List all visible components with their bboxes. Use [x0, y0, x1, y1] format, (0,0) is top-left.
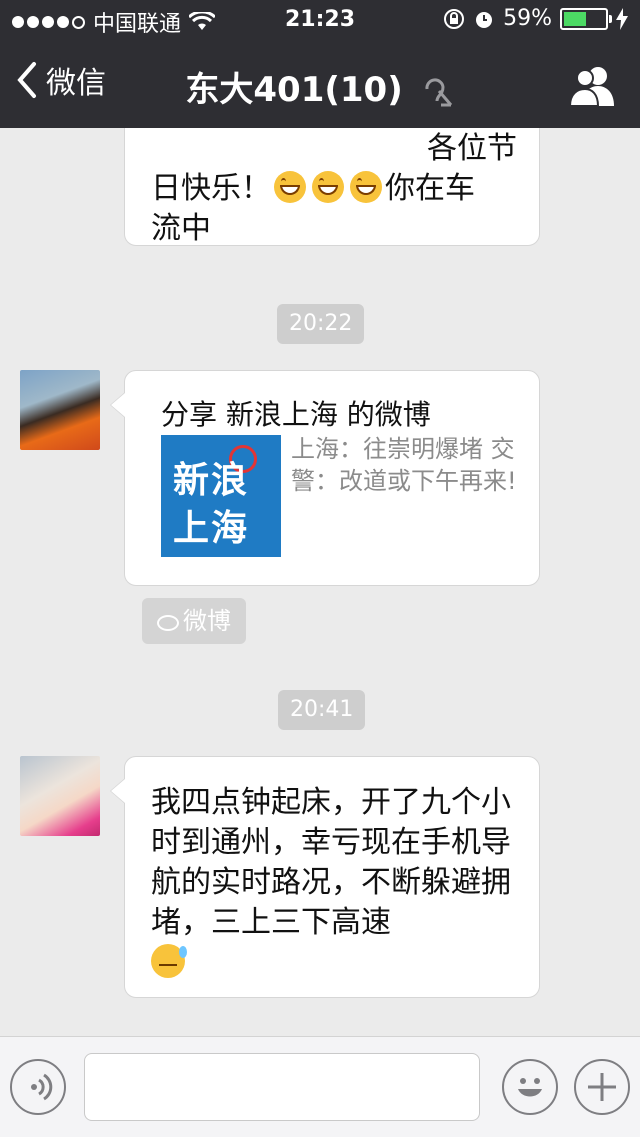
emoji-button[interactable] — [502, 1059, 558, 1115]
battery-icon — [560, 7, 612, 30]
message-line: 日快乐！ — [151, 171, 271, 206]
avatar[interactable] — [20, 756, 100, 836]
chat-title: 东大401(10) — [0, 62, 640, 111]
voice-icon — [31, 1073, 53, 1101]
message-line: 你在车 — [385, 171, 475, 206]
chat-area[interactable]: 各位节 日快乐！ 你在车 流中 20:22 分享 新浪上海 的微博 新浪 上海 上… — [0, 128, 640, 1036]
sina-shanghai-logo: 新浪 上海 — [161, 435, 281, 557]
message-bubble[interactable]: 各位节 日快乐！ 你在车 流中 — [124, 128, 540, 246]
weibo-icon — [157, 615, 179, 631]
lock-rotation-icon — [444, 8, 465, 29]
timestamp: 20:22 — [277, 304, 365, 344]
weibo-source-tag[interactable]: 微博 — [142, 598, 246, 644]
shared-weibo-card[interactable]: 分享 新浪上海 的微博 新浪 上海 上海：往崇明爆堵 交警：改道或下午再来! — [110, 370, 540, 586]
input-bar — [0, 1036, 640, 1137]
emoji-icon — [518, 1078, 542, 1097]
plus-icon — [588, 1073, 616, 1101]
message-line: 各位节 — [427, 131, 517, 166]
message-line: 流中 — [151, 211, 211, 246]
group-members-icon[interactable] — [568, 64, 616, 108]
nav-bar: 微信 东大401(10) — [0, 40, 640, 128]
avatar[interactable] — [20, 370, 100, 450]
status-right: 59% — [443, 6, 628, 31]
message-text: 各位节 日快乐！ 你在车 流中 — [151, 129, 521, 249]
message-text: 我四点钟起床，开了九个小时到通州，幸亏现在手机导航的实时路况，不断躲避拥堵，三上… — [151, 783, 521, 983]
charging-icon — [616, 7, 628, 30]
logo-text: 新浪 — [173, 460, 250, 501]
share-title: 分享 新浪上海 的微博 — [161, 398, 431, 431]
timestamp: 20:41 — [278, 690, 366, 730]
grin-emoji-icon — [350, 171, 382, 203]
message-input[interactable] — [84, 1053, 480, 1121]
message-body: 我四点钟起床，开了九个小时到通州，幸亏现在手机导航的实时路况，不断躲避拥堵，三上… — [151, 785, 511, 940]
sweat-emoji-icon — [151, 944, 187, 978]
more-button[interactable] — [574, 1059, 630, 1115]
alarm-icon — [476, 11, 493, 28]
share-description: 上海：往崇明爆堵 交警：改道或下午再来! — [291, 435, 517, 495]
grin-emoji-icon — [312, 171, 344, 203]
chat-title-text: 东大401(10) — [185, 70, 403, 110]
weibo-label: 微博 — [183, 607, 231, 635]
voice-button[interactable] — [10, 1059, 66, 1115]
bubble-tail — [110, 778, 125, 804]
battery-percent: 59% — [503, 6, 552, 31]
mute-icon — [425, 77, 452, 106]
bubble-tail — [110, 392, 125, 418]
message-bubble[interactable]: 我四点钟起床，开了九个小时到通州，幸亏现在手机导航的实时路况，不断躲避拥堵，三上… — [110, 756, 540, 998]
grin-emoji-icon — [274, 171, 306, 203]
logo-text: 上海 — [173, 508, 250, 549]
status-bar: 中国联通 21:23 59% — [0, 0, 640, 40]
